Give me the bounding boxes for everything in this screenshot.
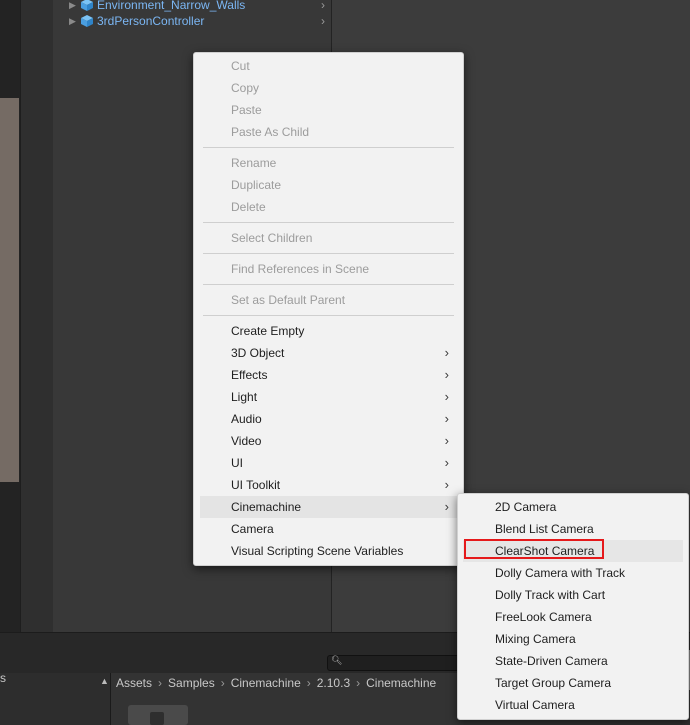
menu-item-ui-toolkit[interactable]: UI Toolkit › — [194, 474, 463, 496]
menu-separator — [203, 315, 454, 316]
cube-icon — [81, 0, 93, 11]
chevron-right-icon: › — [444, 411, 449, 426]
menu-item-light[interactable]: Light › — [194, 386, 463, 408]
chevron-right-icon: › — [220, 676, 225, 690]
triangle-right-icon[interactable]: ▶ — [69, 0, 81, 11]
menu-item-effects[interactable]: Effects › — [194, 364, 463, 386]
breadcrumb-item[interactable]: Assets — [116, 676, 152, 690]
breadcrumb-item[interactable]: 2.10.3 — [317, 676, 350, 690]
project-folder-tree — [0, 673, 110, 725]
chevron-right-icon[interactable]: › — [321, 14, 331, 28]
hierarchy-item-label: 3rdPersonController — [97, 14, 205, 28]
menu-item-select-children[interactable]: Select Children — [194, 227, 463, 249]
submenu-item-target-group-camera[interactable]: Target Group Camera — [458, 672, 688, 694]
chevron-right-icon: › — [444, 345, 449, 360]
menu-item-video[interactable]: Video › — [194, 430, 463, 452]
menu-separator — [203, 284, 454, 285]
submenu-item-dolly-track-with-cart[interactable]: Dolly Track with Cart — [458, 584, 688, 606]
menu-item-visual-scripting-scene-variables[interactable]: Visual Scripting Scene Variables — [194, 540, 463, 562]
menu-item-create-empty[interactable]: Create Empty — [194, 320, 463, 342]
menu-item-label: Cinemachine — [231, 500, 302, 514]
panel-divider — [20, 0, 54, 632]
menu-separator — [203, 222, 454, 223]
menu-item-paste-as-child[interactable]: Paste As Child — [194, 121, 463, 143]
triangle-right-icon[interactable]: ▶ — [69, 16, 81, 27]
chevron-right-icon: › — [444, 367, 449, 382]
hierarchy-item-3rdpersoncontroller[interactable]: ▶ 3rdPersonController › — [69, 13, 331, 29]
submenu-item-2d-camera[interactable]: 2D Camera — [458, 496, 688, 518]
breadcrumb-item[interactable]: Cinemachine — [231, 676, 301, 690]
chevron-right-icon: › — [306, 676, 311, 690]
chevron-right-icon: › — [444, 433, 449, 448]
chevron-right-icon: › — [444, 499, 449, 514]
chevron-right-icon: › — [444, 389, 449, 404]
hierarchy-item-label: Environment_Narrow_Walls — [97, 0, 246, 12]
menu-separator — [203, 147, 454, 148]
menu-item-audio[interactable]: Audio › — [194, 408, 463, 430]
menu-item-cinemachine[interactable]: Cinemachine › — [200, 496, 457, 518]
asset-icon — [150, 712, 164, 725]
menu-item-label: Effects — [231, 368, 268, 382]
submenu-item-virtual-camera[interactable]: Virtual Camera — [458, 694, 688, 716]
submenu-item-blend-list-camera[interactable]: Blend List Camera — [458, 518, 688, 540]
menu-item-label: Video — [231, 434, 262, 448]
hierarchy-item-environment[interactable]: ▶ Environment_Narrow_Walls › — [69, 0, 331, 13]
submenu-item-mixing-camera[interactable]: Mixing Camera — [458, 628, 688, 650]
menu-item-3d-object[interactable]: 3D Object › — [194, 342, 463, 364]
cube-icon — [81, 15, 93, 27]
menu-item-delete[interactable]: Delete — [194, 196, 463, 218]
menu-item-label: UI — [231, 456, 243, 470]
menu-item-cut[interactable]: Cut — [194, 55, 463, 77]
submenu-item-freelook-camera[interactable]: FreeLook Camera — [458, 606, 688, 628]
scroll-up-icon[interactable]: ▲ — [100, 676, 109, 686]
folder-tree-label: s — [0, 671, 6, 685]
menu-item-copy[interactable]: Copy — [194, 77, 463, 99]
menu-item-label: Audio — [231, 412, 262, 426]
menu-separator — [203, 253, 454, 254]
search-input[interactable] — [327, 655, 469, 671]
chevron-right-icon: › — [444, 455, 449, 470]
breadcrumb: Assets › Samples › Cinemachine › 2.10.3 › Cinema… — [116, 676, 436, 690]
cinemachine-submenu: 2D Camera Blend List Camera ClearShot Ca… — [457, 493, 689, 720]
chevron-right-icon: › — [356, 676, 361, 690]
breadcrumb-item[interactable]: Samples — [168, 676, 215, 690]
highlight-annotation-box — [464, 539, 604, 559]
submenu-item-dolly-camera-with-track[interactable]: Dolly Camera with Track — [458, 562, 688, 584]
chevron-right-icon[interactable]: › — [321, 0, 331, 12]
menu-item-label: 3D Object — [231, 346, 285, 360]
menu-item-rename[interactable]: Rename — [194, 152, 463, 174]
submenu-item-state-driven-camera[interactable]: State-Driven Camera — [458, 650, 688, 672]
menu-item-duplicate[interactable]: Duplicate — [194, 174, 463, 196]
chevron-right-icon: › — [158, 676, 163, 690]
menu-item-set-default-parent[interactable]: Set as Default Parent — [194, 289, 463, 311]
menu-item-paste[interactable]: Paste — [194, 99, 463, 121]
menu-item-label: Light — [231, 390, 258, 404]
menu-item-ui[interactable]: UI › — [194, 452, 463, 474]
menu-item-label: UI Toolkit — [231, 478, 281, 492]
context-menu: Cut Copy Paste Paste As Child Rename Dup… — [193, 52, 464, 566]
scene-preview — [0, 98, 19, 482]
menu-item-camera[interactable]: Camera — [194, 518, 463, 540]
search-icon: 🔍︎ — [331, 655, 343, 665]
menu-item-find-references[interactable]: Find References in Scene — [194, 258, 463, 280]
breadcrumb-item[interactable]: Cinemachine — [366, 676, 436, 690]
chevron-right-icon: › — [444, 477, 449, 492]
